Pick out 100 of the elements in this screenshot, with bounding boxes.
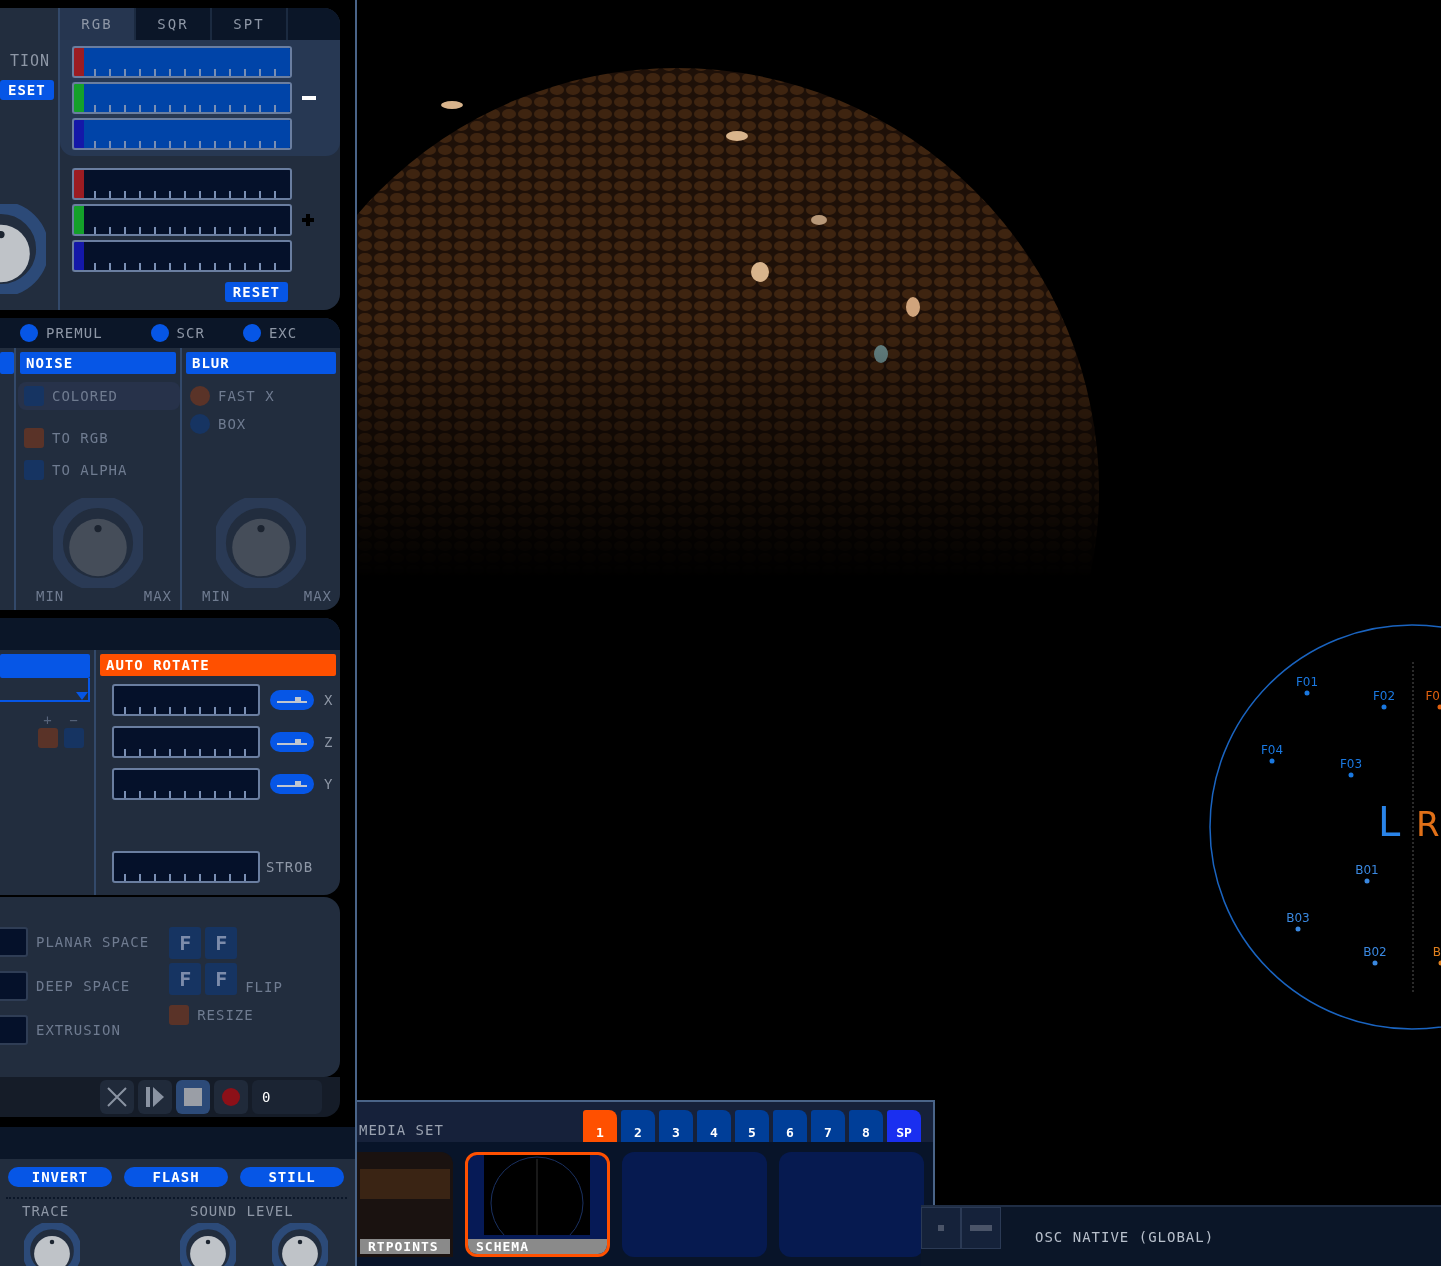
clip-thumbnail[interactable]: RTPOINTS [357,1152,453,1257]
radio-dot[interactable] [150,324,169,342]
set-tab[interactable]: 1 [583,1110,617,1142]
effect-button[interactable]: STILL [240,1167,344,1187]
axis-label: Y [324,776,334,792]
record-icon [221,1087,241,1107]
dropdown[interactable] [0,678,90,702]
axis-label: Z [324,734,334,750]
tab[interactable]: RGB [60,8,136,40]
set-tab[interactable]: 8 [849,1110,883,1142]
slider-icon [277,697,307,703]
panel-title: MEDIA SET [358,1122,444,1140]
stop-button[interactable] [176,1080,210,1114]
effect-button[interactable]: INVERT [8,1167,112,1187]
minus-icon [302,96,316,100]
option-label: RESIZE [197,1007,254,1023]
counter: 0 [262,1089,272,1105]
option-label: TO RGB [52,430,109,446]
section-header: AUTO ROTATE [100,654,336,676]
clip-thumbnail[interactable]: SCHEMA [465,1152,610,1257]
knob-label: SOUND LEVEL [190,1203,294,1219]
radio-dot[interactable] [20,324,38,342]
small-button[interactable] [921,1207,961,1249]
toggle-switch[interactable] [270,690,314,710]
set-tab[interactable]: 3 [659,1110,693,1142]
option-label: COLORED [52,388,118,404]
option-label: BOX [218,416,247,432]
option-label: DEEP SPACE [36,978,131,994]
option-label: TO ALPHA [52,462,128,478]
option-label: EXC [268,325,298,341]
slider[interactable] [84,240,292,272]
play-icon [146,1087,164,1107]
osc-label: OSC NATIVE (GLOBAL) [1035,1229,1215,1247]
flip-key[interactable]: F [169,963,202,995]
slider-icon [277,781,307,787]
section-header: BLUR [186,352,336,374]
set-tab[interactable]: SP [887,1110,921,1142]
bar-icon [970,1225,992,1231]
slider[interactable] [112,726,260,758]
plus-icon [302,214,314,226]
checkbox[interactable] [169,1005,190,1025]
slider-icon [277,739,307,745]
checkbox[interactable] [190,414,210,434]
slider[interactable] [112,684,260,716]
flip-key[interactable]: F [205,963,238,995]
stop-icon [184,1088,202,1106]
reset-button[interactable]: RESET [224,282,288,302]
header-bar [0,352,14,374]
flip-key[interactable]: F [205,927,238,959]
close-icon [107,1087,127,1107]
checkbox[interactable] [190,386,210,406]
checkbox[interactable] [38,728,58,748]
right-channel-letter: R [1416,804,1440,844]
slider[interactable] [0,971,28,1001]
caret-icon [76,692,88,700]
set-tab[interactable]: 7 [811,1110,845,1142]
clip-title: SCHEMA [468,1239,607,1254]
min-label: MIN [202,588,231,604]
checkbox[interactable] [64,728,84,748]
toggle-switch[interactable] [270,732,314,752]
key-label: − [69,712,79,728]
min-label: MIN [36,588,65,604]
play-button[interactable] [138,1080,172,1114]
set-tab[interactable]: 4 [697,1110,731,1142]
slider[interactable] [0,1015,28,1045]
key-label: + [43,712,53,728]
square-icon [938,1225,944,1231]
knob-label: TRACE [22,1203,71,1219]
option-label: PREMUL [46,325,103,341]
wide-button[interactable] [961,1207,1001,1249]
slider[interactable] [84,204,292,236]
knob[interactable] [180,1223,236,1266]
slider[interactable] [0,927,28,957]
reset-button[interactable]: ESET [0,80,54,100]
option-label: PLANAR SPACE [36,934,150,950]
knob[interactable] [272,1223,328,1266]
slider[interactable] [112,851,260,883]
clip-title: RTPOINTS [360,1239,450,1254]
left-channel-letter: L [1378,799,1401,845]
max-label: MAX [303,588,332,604]
radio-dot[interactable] [242,324,261,342]
close-button[interactable] [100,1080,134,1114]
flip-key[interactable]: F [169,927,202,959]
max-label: MAX [143,588,172,604]
checkbox[interactable] [24,428,44,448]
section-title: TION [9,52,50,70]
slider[interactable] [112,768,260,800]
option-label: FAST X [218,388,275,404]
effect-button[interactable]: FLASH [124,1167,228,1187]
option-label: SCR [176,325,205,341]
slider[interactable] [84,168,292,200]
checkbox[interactable] [24,460,44,480]
toggle-switch[interactable] [270,774,314,794]
set-tab[interactable]: 6 [773,1110,807,1142]
knob[interactable] [24,1223,80,1266]
checkbox[interactable] [24,386,44,406]
set-tab[interactable]: 5 [735,1110,769,1142]
strobe-label: STROB [266,859,314,875]
set-tab[interactable]: 2 [621,1110,655,1142]
axis-label: X [324,692,334,708]
